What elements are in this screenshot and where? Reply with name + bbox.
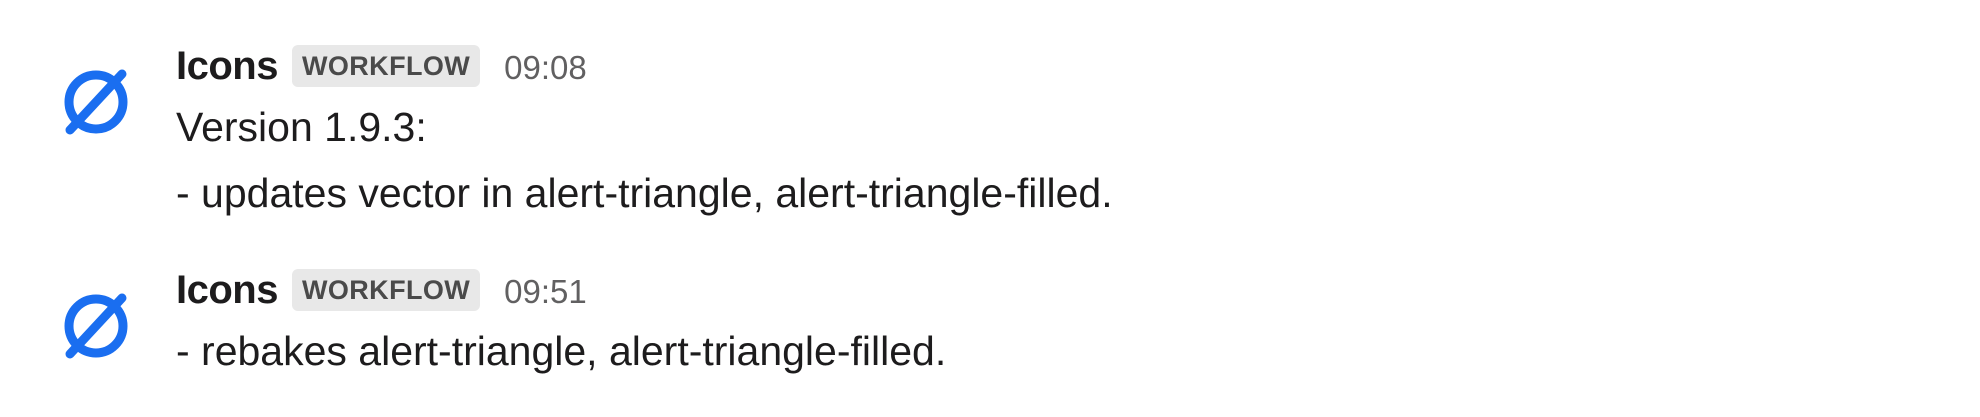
message-feed: Icons WORKFLOW 09:08 Version 1.9.3: - up… bbox=[0, 0, 1980, 417]
message-content: Icons WORKFLOW 09:08 Version 1.9.3: - up… bbox=[176, 38, 1876, 226]
sender-name[interactable]: Icons bbox=[176, 268, 278, 313]
empty-set-icon bbox=[64, 293, 128, 359]
empty-set-icon bbox=[64, 69, 128, 135]
message-text-line: Version 1.9.3: bbox=[176, 104, 427, 150]
message-header: Icons WORKFLOW 09:51 bbox=[176, 262, 1876, 318]
sender-name[interactable]: Icons bbox=[176, 44, 278, 89]
message-header: Icons WORKFLOW 09:08 bbox=[176, 38, 1876, 94]
workflow-badge: WORKFLOW bbox=[291, 45, 481, 87]
timestamp[interactable]: 09:51 bbox=[504, 269, 587, 311]
message-content: Icons WORKFLOW 09:51 - rebakes alert-tri… bbox=[176, 262, 1876, 384]
avatar[interactable] bbox=[36, 42, 156, 162]
avatar[interactable] bbox=[36, 266, 156, 386]
message-text-line: - updates vector in alert-triangle, aler… bbox=[176, 170, 1113, 216]
message-text-line: - rebakes alert-triangle, alert-triangle… bbox=[176, 328, 947, 374]
timestamp[interactable]: 09:08 bbox=[504, 45, 587, 87]
workflow-badge: WORKFLOW bbox=[291, 269, 481, 311]
